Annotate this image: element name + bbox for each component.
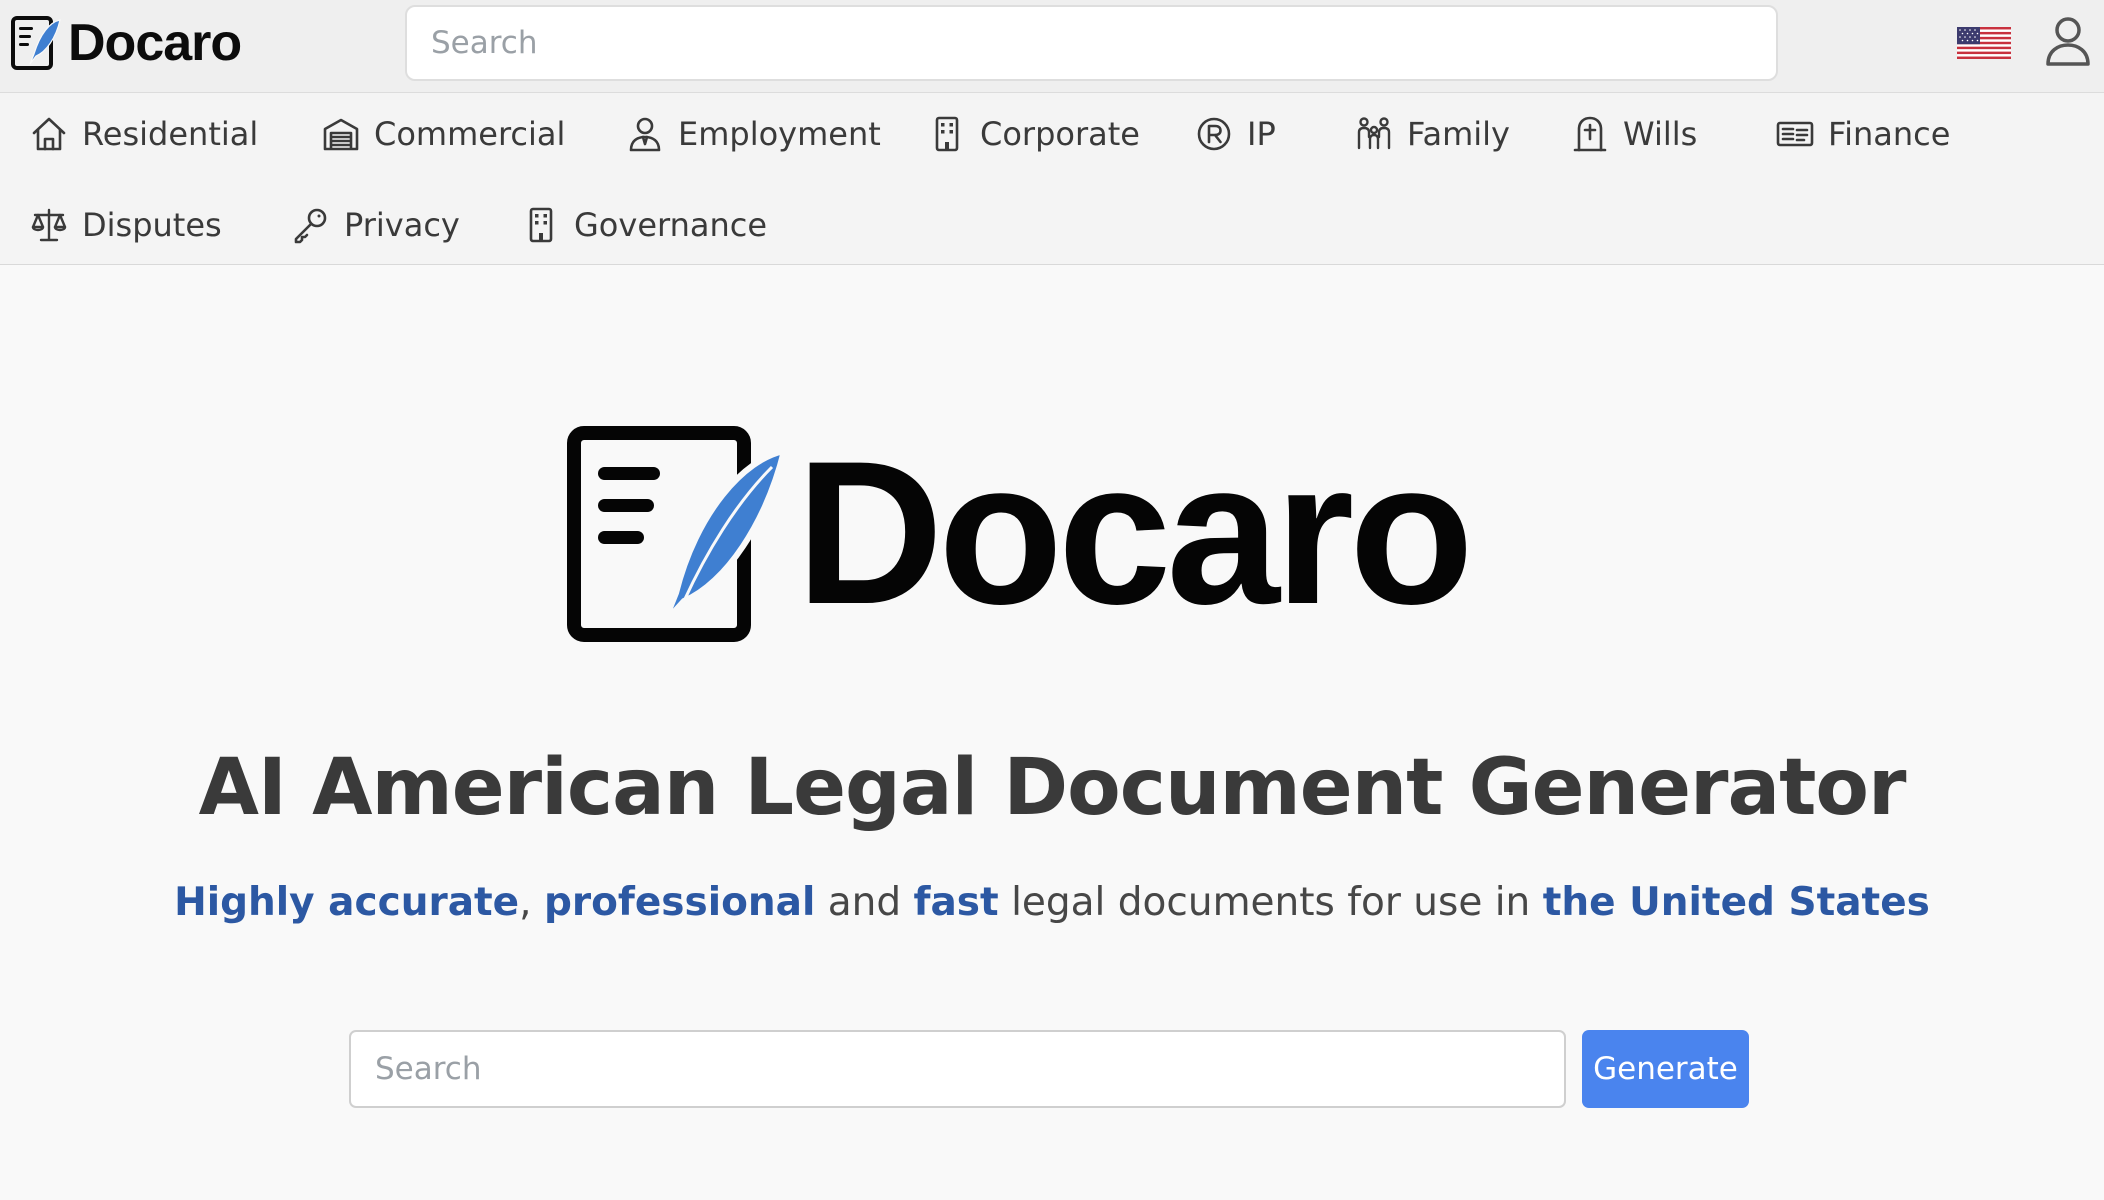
tagline-text: , (519, 880, 544, 925)
user-icon[interactable] (2044, 15, 2092, 67)
category-label: Family (1407, 115, 1510, 153)
cash-card-icon (1776, 121, 1814, 147)
category-label: Residential (82, 115, 259, 153)
brand-name: Docaro (68, 14, 242, 72)
brand-logo-link[interactable]: Docaro (10, 12, 242, 74)
category-label: Disputes (82, 206, 222, 244)
category-ip[interactable]: IP (1195, 104, 1276, 164)
category-label: Commercial (374, 115, 566, 153)
category-finance[interactable]: Finance (1776, 104, 1950, 164)
category-label: IP (1247, 115, 1276, 153)
tagline-highlight: the United States (1542, 880, 1930, 925)
hero-brand-name: Docaro (796, 419, 1474, 647)
category-disputes[interactable]: Disputes (30, 195, 222, 255)
category-label: Corporate (980, 115, 1140, 153)
tagline: Highly accurate, professional and fast l… (0, 880, 2104, 927)
generate-button[interactable]: Generate (1582, 1030, 1749, 1108)
tagline-highlight: professional (543, 880, 816, 925)
header-search-input[interactable] (405, 5, 1778, 81)
category-label: Governance (574, 206, 768, 244)
category-residential[interactable]: Residential (30, 104, 258, 164)
key-icon (294, 208, 327, 244)
headstone-icon (1573, 116, 1607, 152)
top-bar: Docaro (0, 0, 2104, 93)
category-wills[interactable]: Wills (1571, 104, 1697, 164)
docaro-logo-icon (567, 426, 789, 642)
category-employment[interactable]: Employment (626, 104, 881, 164)
category-privacy[interactable]: Privacy (292, 195, 460, 255)
tagline-text: and (815, 880, 914, 925)
employee-icon (629, 117, 661, 152)
category-family[interactable]: Family (1355, 104, 1510, 164)
category-commercial[interactable]: Commercial (322, 104, 565, 164)
scales-icon (31, 208, 67, 242)
category-label: Employment (678, 115, 881, 153)
warehouse-icon (323, 118, 359, 151)
docaro-logo-icon (11, 16, 61, 70)
registered-icon (1197, 117, 1231, 151)
tagline-text: legal documents for use in (998, 880, 1543, 925)
category-governance[interactable]: Governance (522, 195, 767, 255)
category-label: Finance (1828, 115, 1951, 153)
page-title: AI American Legal Document Generator (198, 743, 1907, 833)
building-icon (935, 116, 959, 152)
category-label: Wills (1623, 115, 1698, 153)
category-corporate[interactable]: Corporate (928, 104, 1140, 164)
tagline-highlight: Highly accurate (174, 880, 520, 925)
category-nav: Residential Commercial Employment Corpor… (0, 93, 2104, 265)
document-search-input[interactable] (349, 1030, 1566, 1108)
us-flag-icon[interactable] (1957, 27, 2011, 59)
house-icon (32, 117, 66, 151)
tagline-highlight: fast (913, 880, 999, 925)
building-icon (529, 207, 553, 243)
family-icon (1357, 117, 1391, 150)
category-label: Privacy (344, 206, 460, 244)
hero-logo: Docaro (566, 419, 1474, 647)
